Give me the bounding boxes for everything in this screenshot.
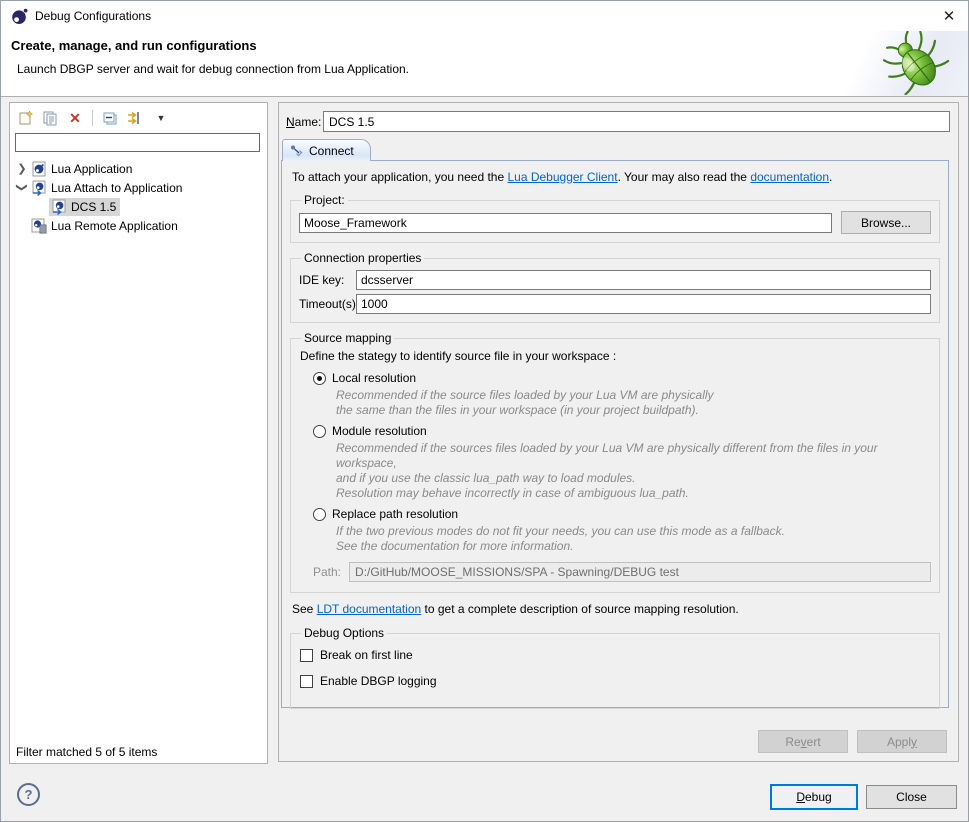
tree-item-label: DCS 1.5 (71, 200, 116, 214)
banner-description: Launch DBGP server and wait for debug co… (17, 62, 409, 76)
radio-label: Module resolution (332, 424, 427, 438)
ide-key-label: IDE key: (299, 273, 356, 287)
timeout-input[interactable] (356, 294, 931, 314)
filter-dropdown-icon[interactable]: ▼ (151, 109, 169, 126)
radio-module-resolution[interactable]: Module resolution (313, 424, 931, 438)
close-button[interactable]: Close (866, 785, 957, 809)
timeout-label: Timeout(s): (299, 297, 356, 311)
project-legend: Project: (301, 193, 348, 207)
replace-path-description: If the two previous modes do not fit you… (336, 524, 931, 554)
tree-item-label: Lua Attach to Application (51, 181, 182, 195)
app-icon (11, 8, 28, 25)
sidebar-toolbar: ✕ ▼ (10, 103, 267, 130)
filter-search-input[interactable] (15, 133, 260, 152)
duplicate-configuration-icon[interactable] (41, 109, 59, 126)
close-icon[interactable]: ✕ (934, 4, 964, 28)
tree-item-lua-attach[interactable]: ❯ Lua Attach to Application (10, 178, 267, 197)
window-title: Debug Configurations (35, 9, 151, 23)
debug-options-legend: Debug Options (301, 626, 387, 640)
tree-item-lua-remote[interactable]: Lua Remote Application (10, 216, 267, 235)
path-row: Path: (313, 562, 931, 582)
connect-tab-content: To attach your application, you need the… (281, 160, 949, 708)
source-mapping-intro: Define the stategy to identify source fi… (300, 349, 931, 363)
lua-attach-icon (31, 180, 47, 196)
title-bar: Debug Configurations ✕ (1, 1, 968, 31)
lua-application-icon (31, 161, 47, 177)
lua-debugger-client-link[interactable]: Lua Debugger Client (507, 170, 617, 184)
name-input[interactable] (323, 111, 950, 132)
tree-item-label: Lua Application (51, 162, 132, 176)
module-resolution-description: Recommended if the sources files loaded … (336, 441, 931, 501)
radio-label: Replace path resolution (332, 507, 458, 521)
chevron-down-icon[interactable]: ❯ (16, 181, 29, 195)
banner-heading: Create, manage, and run configurations (11, 38, 257, 53)
documentation-link[interactable]: documentation (750, 170, 829, 184)
debug-bug-icon (878, 31, 956, 95)
name-label: Name: (286, 115, 321, 129)
help-icon[interactable]: ? (17, 783, 40, 806)
tab-label: Connect (309, 144, 354, 158)
browse-button[interactable]: Browse... (841, 211, 931, 234)
lua-attach-icon (51, 199, 67, 215)
tab-connect[interactable]: Connect (282, 139, 371, 161)
filter-status-text: Filter matched 5 of 5 items (16, 745, 157, 759)
ide-key-input[interactable] (356, 270, 931, 290)
radio-label: Local resolution (332, 371, 416, 385)
checkbox-enable-dbgp-logging[interactable]: Enable DBGP logging (300, 674, 931, 688)
collapse-all-icon[interactable] (101, 109, 119, 126)
header-banner: Create, manage, and run configurations L… (1, 31, 968, 97)
radio-button[interactable] (313, 425, 326, 438)
ldt-documentation-link[interactable]: LDT documentation (317, 602, 422, 616)
checkbox[interactable] (300, 649, 313, 662)
checkbox-label: Break on first line (320, 648, 413, 662)
tree-item-label: Lua Remote Application (51, 219, 178, 233)
filter-configurations-icon[interactable] (126, 109, 144, 126)
connection-properties-group: Connection properties IDE key: Timeout(s… (290, 251, 940, 323)
new-configuration-icon[interactable] (16, 109, 34, 126)
project-group: Project: Browse... (290, 193, 940, 243)
lua-remote-icon (31, 218, 47, 234)
tree-item-dcs15[interactable]: DCS 1.5 (10, 197, 267, 216)
see-documentation-text: See LDT documentation to get a complete … (292, 602, 938, 616)
apply-button[interactable]: Apply (857, 730, 947, 753)
configuration-tree: ❯ Lua Application ❯ Lua Attach to Applic… (10, 159, 267, 235)
intro-text: To attach your application, you need the… (292, 170, 938, 184)
checkbox-break-on-first-line[interactable]: Break on first line (300, 648, 931, 662)
radio-button[interactable] (313, 508, 326, 521)
connection-properties-legend: Connection properties (301, 251, 424, 265)
checkbox-label: Enable DBGP logging (320, 674, 437, 688)
toolbar-separator (92, 110, 93, 126)
selected-tree-item[interactable]: DCS 1.5 (49, 198, 120, 216)
radio-replace-path-resolution[interactable]: Replace path resolution (313, 507, 931, 521)
checkbox[interactable] (300, 675, 313, 688)
path-label: Path: (313, 565, 341, 579)
configurations-sidebar: ✕ ▼ ❯ (9, 102, 268, 764)
debug-button[interactable]: Debug (770, 784, 858, 810)
delete-configuration-icon[interactable]: ✕ (66, 109, 84, 126)
debug-options-group: Debug Options Break on first line Enable… (290, 626, 940, 709)
source-mapping-group: Source mapping Define the stategy to ide… (290, 331, 940, 593)
configuration-detail-panel: Name: Connect To attach your application… (278, 102, 959, 762)
local-resolution-description: Recommended if the source files loaded b… (336, 388, 931, 418)
chevron-right-icon[interactable]: ❯ (15, 162, 29, 175)
radio-button-selected[interactable] (313, 372, 326, 385)
connect-icon (290, 144, 304, 158)
tree-item-lua-application[interactable]: ❯ Lua Application (10, 159, 267, 178)
radio-local-resolution[interactable]: Local resolution (313, 371, 931, 385)
revert-button[interactable]: Revert (758, 730, 848, 753)
source-mapping-legend: Source mapping (301, 331, 394, 345)
project-input[interactable] (299, 213, 832, 233)
path-input (349, 562, 931, 582)
filter-search (15, 133, 262, 152)
